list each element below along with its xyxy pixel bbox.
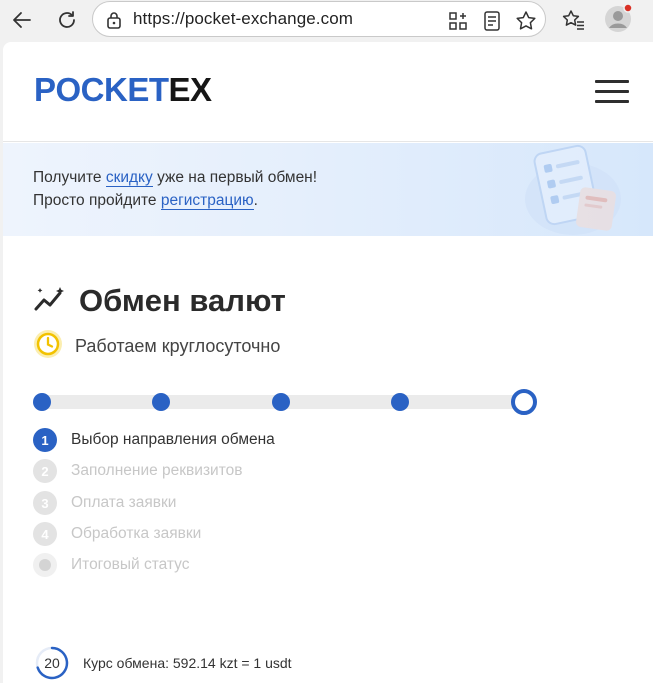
step-item: 1 Выбор направления обмена xyxy=(33,428,275,452)
rate-refresh-timer: 20 xyxy=(35,646,69,680)
page-title: Обмен валют xyxy=(79,283,286,318)
reload-icon[interactable] xyxy=(53,6,81,34)
favorite-star-icon[interactable] xyxy=(515,10,537,32)
registration-link[interactable]: регистрацию xyxy=(160,192,254,210)
profile-avatar-icon[interactable] xyxy=(603,4,633,34)
logo-part-pocket: POCKET xyxy=(34,71,169,108)
step-number: 1 xyxy=(33,428,57,452)
step-number: 2 xyxy=(33,459,57,483)
rate-text: Курс обмена: 592.14 kzt = 1 usdt xyxy=(83,655,292,671)
final-status-dot-icon xyxy=(33,553,57,577)
site-logo[interactable]: POCKETEX xyxy=(34,71,212,109)
address-bar[interactable]: https://pocket-exchange.com xyxy=(92,1,546,37)
step-item: Итоговый статус xyxy=(33,553,190,577)
progress-dot-4 xyxy=(391,393,409,411)
step-label: Оплата заявки xyxy=(71,494,177,511)
clock-icon xyxy=(33,329,63,363)
site-header: POCKETEX xyxy=(3,42,653,142)
step-number: 4 xyxy=(33,522,57,546)
step-number: 3 xyxy=(33,491,57,515)
site-info-lock-icon[interactable] xyxy=(104,10,124,30)
step-item: 3 Оплата заявки xyxy=(33,491,176,515)
rate-timer-value: 20 xyxy=(44,655,60,671)
promo-banner: Получите скидку уже на первый обмен! Про… xyxy=(3,143,653,236)
working-hours: Работаем круглосуточно xyxy=(33,329,280,363)
favorites-list-icon[interactable] xyxy=(560,6,588,34)
step-label: Итоговый статус xyxy=(71,556,190,573)
step-item: 4 Обработка заявки xyxy=(33,522,201,546)
app-grid-icon[interactable] xyxy=(447,10,469,32)
progress-dot-2 xyxy=(152,393,170,411)
working-hours-text: Работаем круглосуточно xyxy=(75,335,281,356)
title-row: Обмен валют xyxy=(33,279,286,323)
reader-mode-icon[interactable] xyxy=(481,10,503,32)
url-text[interactable]: https://pocket-exchange.com xyxy=(133,9,353,29)
exchange-rate: 20 Курс обмена: 592.14 kzt = 1 usdt xyxy=(35,646,292,680)
step-label: Обработка заявки xyxy=(71,525,202,542)
discount-link[interactable]: скидку xyxy=(105,169,153,187)
progress-dot-current xyxy=(511,389,537,415)
step-label: Выбор направления обмена xyxy=(71,431,275,448)
progress-dot-1 xyxy=(33,393,51,411)
hamburger-menu-icon[interactable] xyxy=(595,78,629,106)
promo-line-2: Просто пройдите регистрацию. xyxy=(33,192,258,210)
checklist-illustration-icon xyxy=(518,139,628,237)
step-label: Заполнение реквизитов xyxy=(71,462,243,479)
promo-line-1: Получите скидку уже на первый обмен! xyxy=(33,169,318,187)
page-viewport: POCKETEX Получите скидку уже на первый о… xyxy=(3,42,653,683)
back-arrow-icon[interactable] xyxy=(8,6,36,34)
progress-dot-3 xyxy=(272,393,290,411)
browser-toolbar: https://pocket-exchange.com xyxy=(0,0,653,40)
logo-part-ex: EX xyxy=(168,71,213,108)
chart-trend-sparkle-icon xyxy=(33,285,67,317)
step-item: 2 Заполнение реквизитов xyxy=(33,459,242,483)
